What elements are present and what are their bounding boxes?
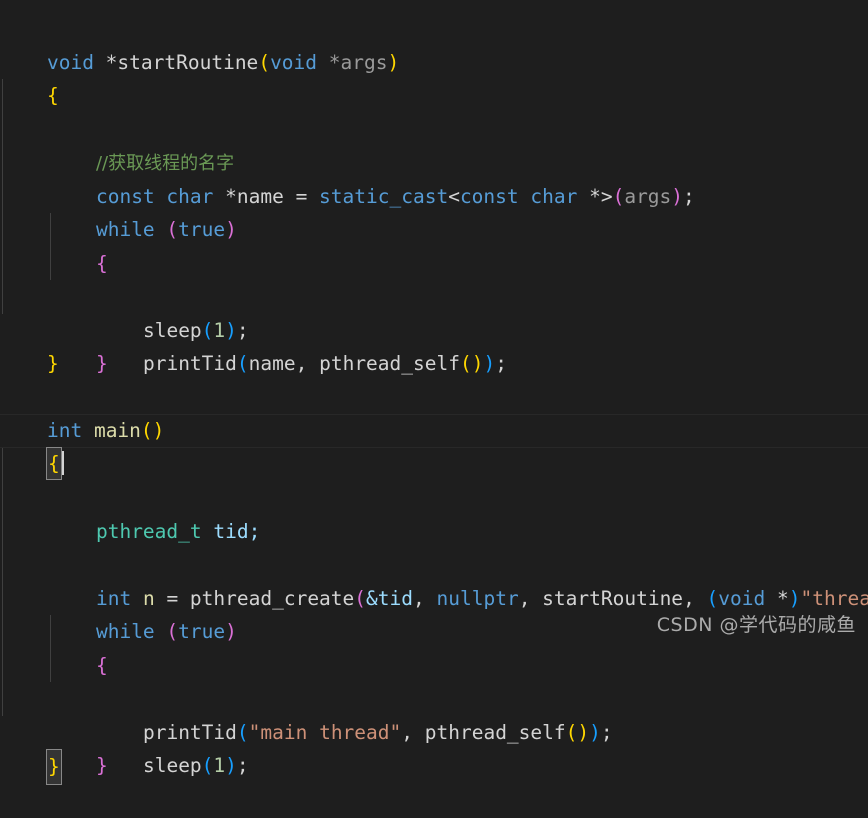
code-line-14[interactable]: pthread_t tid; xyxy=(0,448,868,482)
code-editor[interactable]: void *startRoutine(void *args) { //获取线程的… xyxy=(0,0,868,645)
indent-guide-level-1 xyxy=(50,615,51,649)
code-line-20[interactable]: sleep(1); xyxy=(0,649,868,683)
code-line-12[interactable]: int main() xyxy=(0,381,868,415)
code-line-11[interactable] xyxy=(0,347,868,381)
code-line-21[interactable]: } xyxy=(0,682,868,716)
indent-guide-level-0 xyxy=(2,649,3,683)
indent-guide-level-0 xyxy=(2,548,3,582)
code-line-22[interactable]: } xyxy=(0,716,868,750)
indent-guide-level-0 xyxy=(2,113,3,147)
bracket-paren-close-l3: ) xyxy=(225,754,237,777)
semicolon: ; xyxy=(237,754,249,777)
code-line-19[interactable]: printTid("main thread", pthread_self()); xyxy=(0,615,868,649)
code-line-1[interactable]: void *startRoutine(void *args) xyxy=(0,12,868,46)
indent-guide-level-0 xyxy=(2,682,3,716)
code-line-6[interactable]: { xyxy=(0,180,868,214)
code-line-13-current[interactable]: { xyxy=(0,414,868,448)
number-literal: 1 xyxy=(213,754,225,777)
code-line-7[interactable]: sleep(1); xyxy=(0,213,868,247)
bracket-paren-open-l3: ( xyxy=(202,754,214,777)
code-line-17[interactable]: while (true) xyxy=(0,548,868,582)
indent-guide-level-0 xyxy=(2,481,3,515)
indent-guide-level-0 xyxy=(2,79,3,113)
bracket-brace-close-l2: } xyxy=(96,754,108,777)
indent-guide-level-0 xyxy=(2,582,3,616)
code-line-9[interactable]: } xyxy=(0,280,868,314)
function-call-sleep: sleep xyxy=(143,754,202,777)
indent-guide-level-0 xyxy=(2,280,3,314)
code-line-2[interactable]: { xyxy=(0,46,868,80)
indent-guide-level-0 xyxy=(2,515,3,549)
code-line-4[interactable]: const char *name = static_cast<const cha… xyxy=(0,113,868,147)
indent-guide-level-0 xyxy=(2,180,3,214)
code-line-15[interactable] xyxy=(0,481,868,515)
indent-guide-level-0 xyxy=(2,213,3,247)
indent-guide-level-0 xyxy=(2,448,3,482)
code-line-3[interactable]: //获取线程的名字 xyxy=(0,79,868,113)
indent-guide-level-0 xyxy=(2,615,3,649)
indent-guide-level-1 xyxy=(50,213,51,247)
code-line-16[interactable]: int n = pthread_create(&tid, nullptr, st… xyxy=(0,515,868,549)
code-line-5[interactable]: while (true) xyxy=(0,146,868,180)
indent-guide-level-0 xyxy=(2,247,3,281)
bracket-match-brace-close: } xyxy=(46,749,62,785)
code-line-8[interactable]: printTid(name, pthread_self()); xyxy=(0,247,868,281)
indent-guide-level-1 xyxy=(50,247,51,281)
indent-guide-level-1 xyxy=(50,649,51,683)
code-line-18[interactable]: { xyxy=(0,582,868,616)
indent-guide-level-0 xyxy=(2,146,3,180)
code-line-10[interactable]: } xyxy=(0,314,868,348)
